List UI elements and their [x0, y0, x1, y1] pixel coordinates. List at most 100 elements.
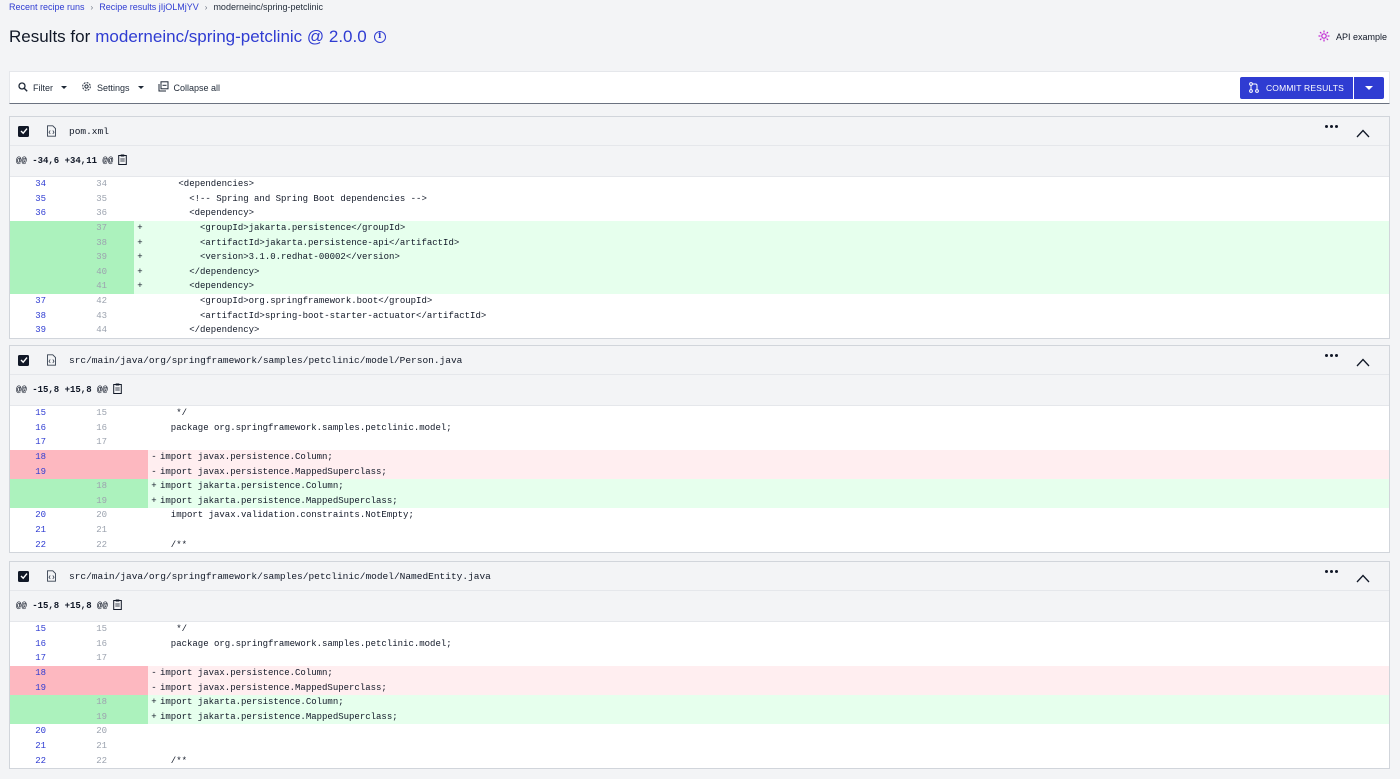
hunk-range: @@ -34,6 +34,11 @@: [16, 156, 114, 166]
new-line-number: 20: [96, 726, 107, 737]
file-checkbox[interactable]: [18, 354, 29, 366]
commit-options-dropdown[interactable]: [1354, 77, 1384, 99]
chevron-up-icon[interactable]: [1356, 354, 1370, 372]
clipboard-icon[interactable]: [118, 154, 128, 168]
code-text: */: [160, 408, 188, 419]
code-text: import javax.persistence.Column;: [160, 452, 333, 463]
breadcrumb-current: moderneinc/spring-petclinic: [213, 2, 323, 12]
diff-sign: +: [151, 697, 157, 708]
diff-sign: [148, 726, 160, 736]
file-header: src/main/java/org/springframework/sample…: [10, 346, 1389, 375]
new-line-number: 42: [96, 296, 107, 307]
diff-sign: [148, 741, 160, 751]
breadcrumb-recent-runs[interactable]: Recent recipe runs: [9, 2, 85, 12]
info-icon[interactable]: [373, 31, 386, 43]
diff-sign: [148, 510, 160, 520]
diff-sign: +: [151, 711, 157, 722]
old-line-number: 34: [35, 179, 46, 190]
clipboard-icon[interactable]: [113, 599, 122, 613]
hunk-header: @@ -34,6 +34,11 @@: [10, 146, 1389, 177]
hunk-range: @@ -15,8 +15,8 @@: [16, 385, 108, 395]
new-line-number: 15: [96, 624, 107, 635]
diff-sign: [148, 437, 160, 447]
file-header: src/main/java/org/springframework/sample…: [10, 562, 1389, 591]
new-line-number: 38: [96, 237, 107, 248]
chevron-up-icon[interactable]: [1356, 570, 1370, 588]
diff-line: 19 - import javax.persistence.MappedSuperc…: [10, 464, 1389, 479]
git-branch-icon: [1249, 81, 1259, 95]
old-line-number: 15: [35, 624, 46, 635]
new-line-number: 37: [96, 223, 107, 234]
breadcrumb: Recent recipe runs › Recipe results jIjO…: [9, 2, 323, 12]
new-line-number: 36: [96, 208, 107, 219]
api-example-link[interactable]: API example: [1318, 30, 1387, 44]
diff-sign: -: [151, 668, 157, 679]
more-options-icon[interactable]: [1325, 125, 1338, 128]
code-text: package org.springframework.samples.petc…: [160, 422, 452, 433]
code-text: <groupId>jakarta.persistence</groupId>: [146, 223, 406, 234]
code-text: <version>3.1.0.redhat-00002</version>: [146, 252, 400, 263]
code-text: */: [160, 624, 188, 635]
file-checkbox[interactable]: [18, 125, 29, 137]
diff-line: 18 - import javax.persistence.Column;: [10, 449, 1389, 465]
diff-line: 18 + import jakarta.persistence.Column;: [10, 694, 1389, 710]
code-text: import javax.persistence.MappedSuperclas…: [160, 466, 387, 477]
diff-line: 16 16 package org.springframework.samples…: [10, 421, 1389, 436]
code-file-icon: [46, 125, 57, 137]
clipboard-icon[interactable]: [113, 383, 122, 397]
diff-line: 18 - import javax.persistence.Column;: [10, 665, 1389, 681]
diff-line: 19 - import javax.persistence.MappedSuperc…: [10, 680, 1389, 695]
code-text: <!-- Spring and Spring Boot dependencies…: [146, 193, 427, 204]
page-title: Results for moderneinc/spring-petclinic …: [9, 27, 386, 47]
diff-line: 19 + import jakarta.persistence.MappedSupe…: [10, 493, 1389, 509]
results-toolbar: Filter Settings Collapse all COMMIT RESU…: [9, 71, 1390, 104]
diff-line: 34 34 <dependencies>: [10, 177, 1389, 192]
file-checkbox[interactable]: [18, 570, 29, 582]
new-line-number: 16: [96, 638, 107, 649]
diff-line: 22 22 /**: [10, 753, 1389, 768]
new-line-number: 40: [96, 266, 107, 277]
repo-link[interactable]: moderneinc/spring-petclinic @ 2.0.0: [95, 27, 366, 47]
code-text: <artifactId>spring-boot-starter-actuator…: [146, 310, 487, 321]
diff-sign: +: [137, 252, 143, 263]
filter-button[interactable]: Filter: [18, 81, 67, 94]
hunk-header: @@ -15,8 +15,8 @@: [10, 591, 1389, 622]
code-text: /**: [160, 755, 188, 766]
breadcrumb-recipe-results[interactable]: Recipe results jIjOLMjYV: [99, 2, 199, 12]
diff-line: 39 + <version>3.1.0.redhat-00002</version…: [10, 249, 1389, 265]
file-header: pom.xml: [10, 117, 1389, 146]
api-example-label: API example: [1335, 32, 1387, 42]
diff-line: 22 22 /**: [10, 537, 1389, 552]
collapse-all-button[interactable]: Collapse all: [158, 81, 220, 94]
more-options-icon[interactable]: [1325, 354, 1338, 357]
caret-down-icon: [137, 86, 144, 89]
old-line-number: 19: [35, 466, 46, 477]
diff-lines: 15 15 */ 16 16 package org.springframework.…: [10, 622, 1389, 768]
code-text: <dependency>: [146, 208, 255, 219]
file-path: pom.xml: [69, 125, 109, 137]
diff-sign: [148, 525, 160, 535]
new-line-number: 39: [96, 252, 107, 263]
commit-results-button[interactable]: COMMIT RESULTS: [1239, 77, 1354, 99]
diff-sign: [134, 179, 146, 189]
code-text: import jakarta.persistence.Column;: [160, 697, 344, 708]
diff-sign: -: [151, 466, 157, 477]
old-line-number: 16: [35, 638, 46, 649]
old-line-number: 19: [35, 682, 46, 693]
old-line-number: 36: [35, 208, 46, 219]
diff-sign: [148, 624, 160, 634]
diff-sign: [134, 208, 146, 218]
settings-button[interactable]: Settings: [81, 81, 144, 94]
diff-sign: -: [151, 452, 157, 463]
more-options-icon[interactable]: [1325, 570, 1338, 573]
diff-sign: [148, 653, 160, 663]
code-text: <dependency>: [146, 281, 255, 292]
diff-line: 15 15 */: [10, 406, 1389, 421]
old-line-number: 16: [35, 422, 46, 433]
old-line-number: 17: [35, 653, 46, 664]
old-line-number: 39: [35, 325, 46, 336]
old-line-number: 20: [35, 726, 46, 737]
diff-sign: +: [151, 495, 157, 506]
diff-line: 20 20 import javax.validation.constraints…: [10, 508, 1389, 523]
chevron-up-icon[interactable]: [1356, 125, 1370, 143]
